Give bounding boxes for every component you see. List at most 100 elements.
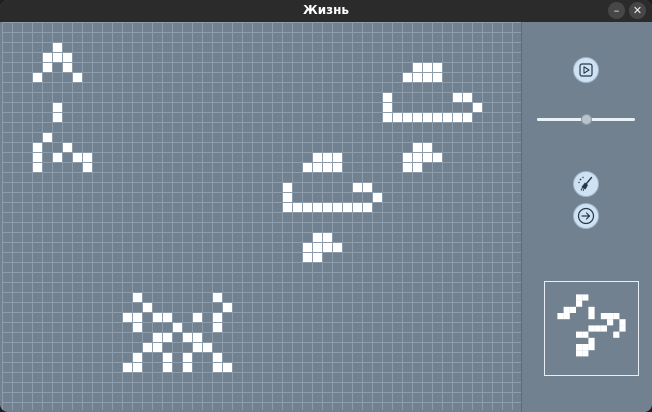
live-cell[interactable] [403, 73, 412, 82]
live-cell[interactable] [133, 293, 142, 302]
live-cell[interactable] [123, 313, 132, 322]
live-cell[interactable] [363, 183, 372, 192]
speed-slider[interactable] [537, 113, 635, 125]
live-cell[interactable] [53, 103, 62, 112]
title-bar[interactable]: Жизнь – ✕ [0, 0, 652, 22]
live-cell[interactable] [403, 113, 412, 122]
step-button[interactable] [573, 203, 599, 229]
live-cell[interactable] [73, 73, 82, 82]
live-cell[interactable] [333, 153, 342, 162]
live-cell[interactable] [473, 103, 482, 112]
close-button[interactable]: ✕ [629, 2, 646, 19]
live-cell[interactable] [73, 153, 82, 162]
live-cell[interactable] [123, 363, 132, 372]
live-cell[interactable] [373, 193, 382, 202]
live-cell[interactable] [313, 203, 322, 212]
live-cell[interactable] [133, 313, 142, 322]
live-cell[interactable] [413, 153, 422, 162]
live-cell[interactable] [43, 63, 52, 72]
live-cell[interactable] [393, 113, 402, 122]
live-cell[interactable] [283, 183, 292, 192]
play-button[interactable] [573, 57, 599, 83]
live-cell[interactable] [83, 153, 92, 162]
live-cell[interactable] [343, 203, 352, 212]
live-cell[interactable] [313, 163, 322, 172]
live-cell[interactable] [403, 153, 412, 162]
live-cell[interactable] [413, 63, 422, 72]
live-cell[interactable] [223, 363, 232, 372]
live-cell[interactable] [183, 333, 192, 342]
live-cell[interactable] [323, 233, 332, 242]
live-cell[interactable] [163, 363, 172, 372]
live-cell[interactable] [163, 313, 172, 322]
live-cell[interactable] [323, 153, 332, 162]
live-cell[interactable] [53, 113, 62, 122]
live-cell[interactable] [383, 103, 392, 112]
live-cell[interactable] [193, 343, 202, 352]
live-cell[interactable] [453, 113, 462, 122]
live-cell[interactable] [133, 353, 142, 362]
live-cell[interactable] [313, 153, 322, 162]
live-cell[interactable] [413, 163, 422, 172]
live-cell[interactable] [413, 73, 422, 82]
live-cell[interactable] [423, 63, 432, 72]
slider-thumb[interactable] [581, 114, 592, 125]
live-cell[interactable] [423, 73, 432, 82]
live-cell[interactable] [403, 163, 412, 172]
live-cell[interactable] [213, 363, 222, 372]
live-cell[interactable] [153, 343, 162, 352]
live-cell[interactable] [333, 243, 342, 252]
live-cell[interactable] [213, 323, 222, 332]
live-cell[interactable] [433, 113, 442, 122]
live-cell[interactable] [313, 253, 322, 262]
live-cell[interactable] [313, 243, 322, 252]
live-cell[interactable] [53, 53, 62, 62]
live-cell[interactable] [213, 313, 222, 322]
live-cell[interactable] [153, 333, 162, 342]
live-cell[interactable] [353, 203, 362, 212]
live-cell[interactable] [163, 353, 172, 362]
live-cell[interactable] [213, 353, 222, 362]
live-cell[interactable] [33, 143, 42, 152]
live-cell[interactable] [33, 153, 42, 162]
live-cell[interactable] [313, 233, 322, 242]
live-cell[interactable] [193, 313, 202, 322]
live-cell[interactable] [133, 323, 142, 332]
live-cell[interactable] [283, 203, 292, 212]
live-cell[interactable] [53, 153, 62, 162]
live-cell[interactable] [153, 313, 162, 322]
live-cell[interactable] [303, 163, 312, 172]
live-cell[interactable] [383, 113, 392, 122]
live-cell[interactable] [43, 53, 52, 62]
board-grid[interactable] [2, 22, 521, 410]
live-cell[interactable] [53, 43, 62, 52]
minimize-button[interactable]: – [608, 2, 625, 19]
live-cell[interactable] [33, 163, 42, 172]
live-cell[interactable] [213, 293, 222, 302]
live-cell[interactable] [63, 53, 72, 62]
pattern-preview[interactable] [544, 281, 639, 376]
life-board[interactable] [2, 22, 521, 410]
live-cell[interactable] [323, 203, 332, 212]
live-cell[interactable] [63, 143, 72, 152]
live-cell[interactable] [333, 203, 342, 212]
live-cell[interactable] [303, 203, 312, 212]
live-cell[interactable] [43, 133, 52, 142]
live-cell[interactable] [433, 73, 442, 82]
clear-button[interactable] [573, 171, 599, 197]
live-cell[interactable] [443, 113, 452, 122]
live-cell[interactable] [193, 333, 202, 342]
live-cell[interactable] [433, 63, 442, 72]
live-cell[interactable] [423, 143, 432, 152]
live-cell[interactable] [413, 143, 422, 152]
live-cell[interactable] [183, 353, 192, 362]
live-cell[interactable] [183, 363, 192, 372]
live-cell[interactable] [293, 203, 302, 212]
live-cell[interactable] [133, 363, 142, 372]
live-cell[interactable] [423, 113, 432, 122]
live-cell[interactable] [173, 323, 182, 332]
live-cell[interactable] [453, 93, 462, 102]
live-cell[interactable] [33, 73, 42, 82]
live-cell[interactable] [303, 253, 312, 262]
live-cell[interactable] [413, 113, 422, 122]
